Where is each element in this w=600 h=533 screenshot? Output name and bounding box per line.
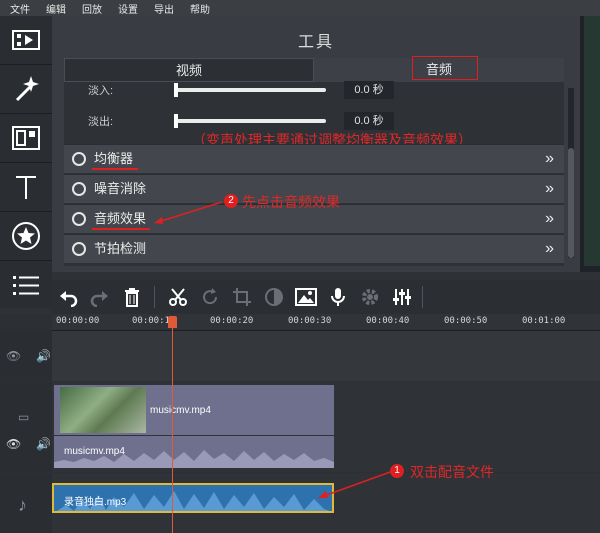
film-icon: ▭ — [18, 410, 30, 424]
color-icon[interactable] — [260, 283, 288, 311]
fade-out-value[interactable]: 0.0 秒 — [344, 112, 394, 130]
fade-in-value[interactable]: 0.0 秒 — [344, 81, 394, 99]
step1-badge: 1 — [390, 464, 404, 478]
track-lane-top — [52, 331, 600, 381]
video-thumbnail — [60, 387, 146, 433]
annotation-step1: 双击配音文件 — [410, 464, 494, 480]
panel-title: 工具 — [297, 34, 334, 51]
edit-toolbar — [52, 280, 600, 314]
tick-label: 00:00:20 — [210, 316, 254, 326]
clip-icon[interactable] — [0, 114, 52, 162]
crop-icon[interactable] — [228, 283, 256, 311]
tick-label: 00:00:00 — [56, 316, 100, 326]
fade-out-handle[interactable] — [174, 114, 178, 128]
menu-help[interactable]: 帮助 — [180, 1, 216, 16]
chevron-right-icon[interactable]: » — [545, 235, 554, 263]
mic-icon[interactable] — [324, 283, 352, 311]
film-icon[interactable] — [0, 16, 52, 64]
audio-effects-underline — [92, 228, 150, 230]
playhead-handle[interactable] — [168, 316, 177, 328]
annotation-step2: 先点击音频效果 — [242, 194, 340, 210]
cut-icon[interactable] — [164, 283, 192, 311]
video-audio-clip[interactable]: musicmv.mp4 — [54, 436, 334, 468]
menu-file[interactable]: 文件 — [0, 1, 36, 16]
text-icon[interactable] — [0, 163, 52, 211]
effect-label: 节拍检测 — [94, 241, 147, 256]
playhead[interactable] — [172, 316, 173, 533]
voiceover-clip[interactable]: 录音独白.mp3 — [52, 483, 334, 513]
undo-icon[interactable] — [54, 283, 82, 311]
timeline: 00:00:00 00:00:10 00:00:20 00:00:30 00:0… — [0, 314, 600, 533]
fade-in-handle[interactable] — [174, 83, 178, 97]
effect-beat-detection[interactable]: 节拍检测 » — [64, 234, 564, 263]
audio-clip-name: musicmv.mp4 — [64, 446, 125, 457]
menu-export[interactable]: 导出 — [144, 1, 180, 16]
fade-in-slider[interactable] — [174, 83, 326, 97]
fade-in-row: 淡入: 0.0 秒 — [88, 79, 394, 101]
radio-icon[interactable] — [72, 212, 86, 226]
video-clip-name: musicmv.mp4 — [150, 405, 211, 416]
star-icon[interactable] — [0, 212, 52, 260]
redo-icon[interactable] — [86, 283, 114, 311]
track-header-voice: ♪ — [0, 473, 52, 533]
menu-settings[interactable]: 设置 — [108, 1, 144, 16]
tab-highlight-box — [412, 56, 478, 80]
fade-in-label: 淡入: — [88, 85, 114, 97]
radio-icon[interactable] — [72, 242, 86, 256]
equalizer-icon[interactable] — [388, 283, 416, 311]
fade-out-slider[interactable] — [174, 114, 326, 128]
time-ruler[interactable]: 00:00:00 00:00:10 00:00:20 00:00:30 00:0… — [52, 314, 600, 331]
speaker-icon[interactable]: 🔊 — [36, 437, 51, 451]
image-icon[interactable] — [292, 283, 320, 311]
menu-playback[interactable]: 回放 — [72, 1, 108, 16]
tool-sidebar — [0, 16, 52, 308]
magic-wand-icon[interactable] — [0, 65, 52, 113]
step2-badge: 2 — [224, 194, 238, 208]
voice-clip-name: 录音独白.mp3 — [64, 497, 127, 508]
effect-equalizer[interactable]: 均衡器 » — [64, 144, 564, 173]
fade-out-label: 淡出: — [88, 116, 114, 128]
equalizer-underline — [92, 168, 138, 170]
tools-panel: 工具 视频 音频 淡入: 0.0 秒 淡出: 0.0 秒 （变声处理主要通过调整… — [52, 16, 580, 272]
speaker-icon[interactable]: 🔊 — [36, 349, 51, 363]
list-icon[interactable] — [0, 261, 52, 309]
eye-icon[interactable]: 👁 — [6, 437, 21, 451]
panel-scrollbar[interactable] — [568, 88, 574, 258]
rotate-icon[interactable] — [196, 283, 224, 311]
menu-bar: 文件 编辑 回放 设置 导出 帮助 — [0, 0, 600, 16]
preview-edge — [580, 16, 600, 272]
delete-icon[interactable] — [118, 283, 146, 311]
tick-label: 00:01:00 — [522, 316, 566, 326]
radio-icon[interactable] — [72, 152, 86, 166]
radio-icon[interactable] — [72, 182, 86, 196]
effect-label: 噪音消除 — [94, 181, 147, 196]
menu-edit[interactable]: 编辑 — [36, 1, 72, 16]
chevron-right-icon[interactable]: » — [545, 145, 554, 173]
fade-out-row: 淡出: 0.0 秒 — [88, 110, 394, 132]
step1-arrow — [318, 471, 391, 498]
music-note-icon: ♪ — [18, 495, 27, 515]
chevron-right-icon[interactable]: » — [545, 205, 554, 233]
tick-label: 00:00:30 — [288, 316, 332, 326]
settings-icon[interactable] — [356, 283, 384, 311]
scrollbar-thumb[interactable] — [568, 148, 574, 258]
video-clip[interactable]: musicmv.mp4 — [54, 385, 334, 435]
tick-label: 00:00:50 — [444, 316, 488, 326]
track-header-top: 👁 🔊 — [0, 331, 52, 381]
track-header-video: ▭ 👁 🔊 — [0, 382, 52, 472]
chevron-right-icon[interactable]: » — [545, 175, 554, 203]
eye-icon[interactable]: 👁 — [6, 349, 21, 363]
tick-label: 00:00:40 — [366, 316, 410, 326]
